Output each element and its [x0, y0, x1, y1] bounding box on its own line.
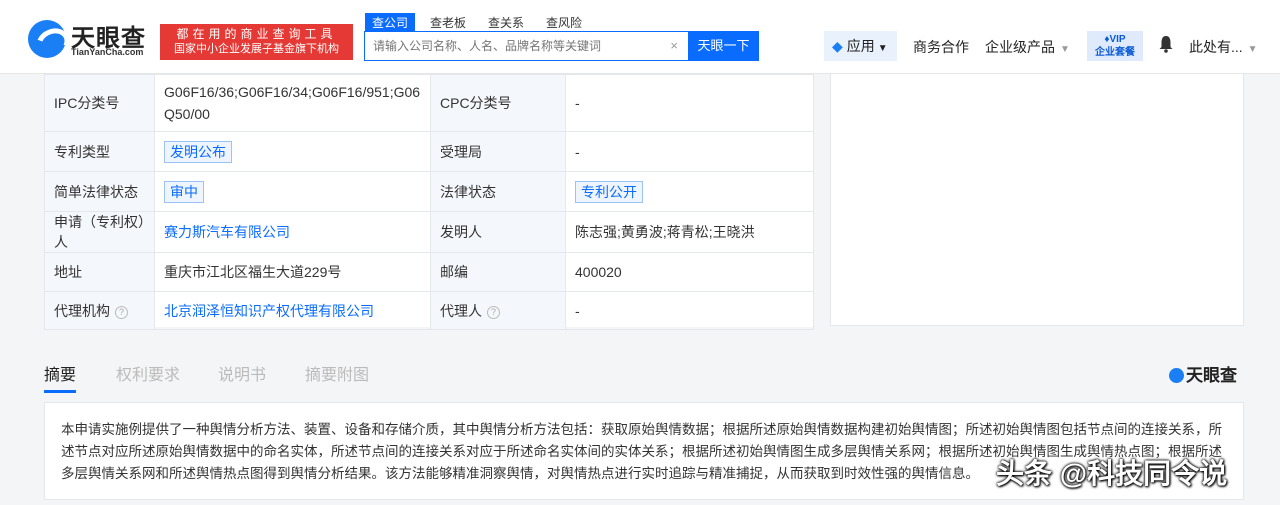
tab-claims[interactable]: 权利要求	[116, 361, 180, 385]
agency-label-cell: 代理机构?	[44, 291, 155, 330]
cpc-value: -	[565, 74, 814, 132]
search-box: ×	[364, 31, 689, 61]
nav-business-cooperation[interactable]: 商务合作	[913, 37, 969, 57]
tab-search-company[interactable]: 查公司	[365, 13, 416, 31]
watermark-text: 天眼查	[1186, 366, 1237, 385]
table-row: 代理机构? 北京润泽恒知识产权代理有限公司 代理人? -	[44, 291, 814, 330]
patent-info-table: IPC分类号 G06F16/36;G06F16/34;G06F16/951;G0…	[44, 74, 814, 330]
simple-status-tag: 审中	[164, 180, 204, 203]
logo-eye-icon	[28, 20, 66, 58]
address-label: 地址	[44, 252, 155, 292]
logo-domain: TianYanCha.com	[71, 47, 144, 57]
source-watermark: 头条 @科技同令说	[996, 458, 1228, 489]
vip-label: ♦VIP	[1087, 33, 1143, 46]
promo-line2: 国家中小企业发展子基金旗下机构	[174, 43, 339, 55]
legal-status-label: 法律状态	[430, 171, 566, 212]
applicant-label: 申请（专利权）人	[44, 211, 155, 253]
table-row: 地址 重庆市江北区福生大道229号 邮编 400020	[44, 252, 814, 292]
tab-search-relation[interactable]: 查关系	[481, 13, 531, 31]
vip-text: VIP	[1109, 34, 1126, 45]
postcode-label: 邮编	[430, 252, 566, 292]
tianyancha-watermark-logo: 天眼查	[1169, 361, 1237, 386]
agent-label: 代理人	[440, 302, 482, 319]
caret-down-icon: ▼	[877, 43, 888, 54]
tab-description[interactable]: 说明书	[218, 361, 266, 385]
agent-label-cell: 代理人?	[430, 291, 566, 330]
vip-package-label: 企业套餐	[1095, 47, 1135, 58]
agency-cell: 北京润泽恒知识产权代理有限公司	[154, 291, 431, 330]
table-row: 简单法律状态 审中 法律状态 专利公开	[44, 171, 814, 212]
table-row: 申请（专利权）人 赛力斯汽车有限公司 发明人 陈志强;黄勇波;蒋青松;王晓洪	[44, 211, 814, 253]
search-type-tabs: 查公司 查老板 查关系 查风险	[365, 13, 597, 31]
table-row: 专利类型 发明公布 受理局 -	[44, 131, 814, 172]
nav-enterprise-label: 企业级产品	[985, 39, 1055, 55]
patent-type-tag: 发明公布	[164, 140, 232, 163]
clear-icon[interactable]: ×	[670, 38, 678, 53]
simple-status-cell: 审中	[154, 171, 431, 212]
help-icon[interactable]: ?	[487, 305, 500, 319]
apps-menu[interactable]: ◆ 应用 ▼	[824, 31, 897, 61]
tianyancha-logo[interactable]: 天眼查 TianYanCha.com	[28, 18, 154, 60]
user-menu[interactable]: 此处有... ▼	[1189, 37, 1258, 57]
search-input[interactable]	[373, 32, 663, 60]
agency-link[interactable]: 北京润泽恒知识产权代理有限公司	[164, 303, 374, 319]
help-icon[interactable]: ?	[115, 305, 128, 319]
applicant-link[interactable]: 赛力斯汽车有限公司	[164, 224, 290, 240]
legal-status-cell: 专利公开	[565, 171, 814, 212]
ipc-label: IPC分类号	[44, 74, 155, 132]
chevron-down-icon: ▼	[1060, 44, 1070, 55]
inventor-label: 发明人	[430, 211, 566, 253]
agent-value: -	[565, 291, 814, 330]
cpc-label: CPC分类号	[430, 74, 566, 132]
user-name: 此处有...	[1189, 39, 1243, 55]
simple-status-label: 简单法律状态	[44, 171, 155, 212]
type-cell: 发明公布	[154, 131, 431, 172]
legal-status-tag: 专利公开	[575, 180, 643, 203]
tab-search-boss[interactable]: 查老板	[423, 13, 473, 31]
side-panel	[830, 74, 1244, 326]
top-header: 天眼查 TianYanCha.com 都在用的商业查询工具 国家中小企业发展子基…	[0, 0, 1280, 74]
chevron-down-icon: ▼	[1247, 44, 1258, 55]
applicant-cell: 赛力斯汽车有限公司	[154, 211, 431, 253]
tab-search-risk[interactable]: 查风险	[539, 13, 589, 31]
tab-abstract[interactable]: 摘要	[44, 361, 77, 393]
table-row: IPC分类号 G06F16/36;G06F16/34;G06F16/951;G0…	[44, 74, 814, 132]
office-value: -	[565, 131, 814, 172]
type-label: 专利类型	[44, 131, 155, 172]
apps-icon: ◆	[832, 38, 843, 54]
detail-tabs: 摘要 权利要求 说明书 摘要附图	[44, 355, 1244, 393]
search-button[interactable]: 天眼一下	[688, 31, 759, 61]
promo-line1: 都在用的商业查询工具	[176, 27, 337, 41]
postcode-value: 400020	[565, 252, 814, 292]
inventor-value: 陈志强;黄勇波;蒋青松;王晓洪	[565, 211, 814, 253]
bell-icon[interactable]	[1159, 35, 1173, 53]
ipc-value: G06F16/36;G06F16/34;G06F16/951;G06Q50/00	[154, 74, 431, 132]
promo-banner[interactable]: 都在用的商业查询工具 国家中小企业发展子基金旗下机构	[160, 24, 353, 60]
office-label: 受理局	[430, 131, 566, 172]
apps-label: 应用	[846, 38, 875, 54]
nav-enterprise-products[interactable]: 企业级产品 ▼	[985, 37, 1070, 57]
tab-abstract-figure[interactable]: 摘要附图	[305, 361, 369, 385]
vip-enterprise-package[interactable]: ♦VIP 企业套餐	[1087, 31, 1143, 61]
logo-eye-icon	[1169, 368, 1184, 383]
agency-label: 代理机构	[54, 302, 110, 319]
address-value: 重庆市江北区福生大道229号	[154, 252, 431, 292]
